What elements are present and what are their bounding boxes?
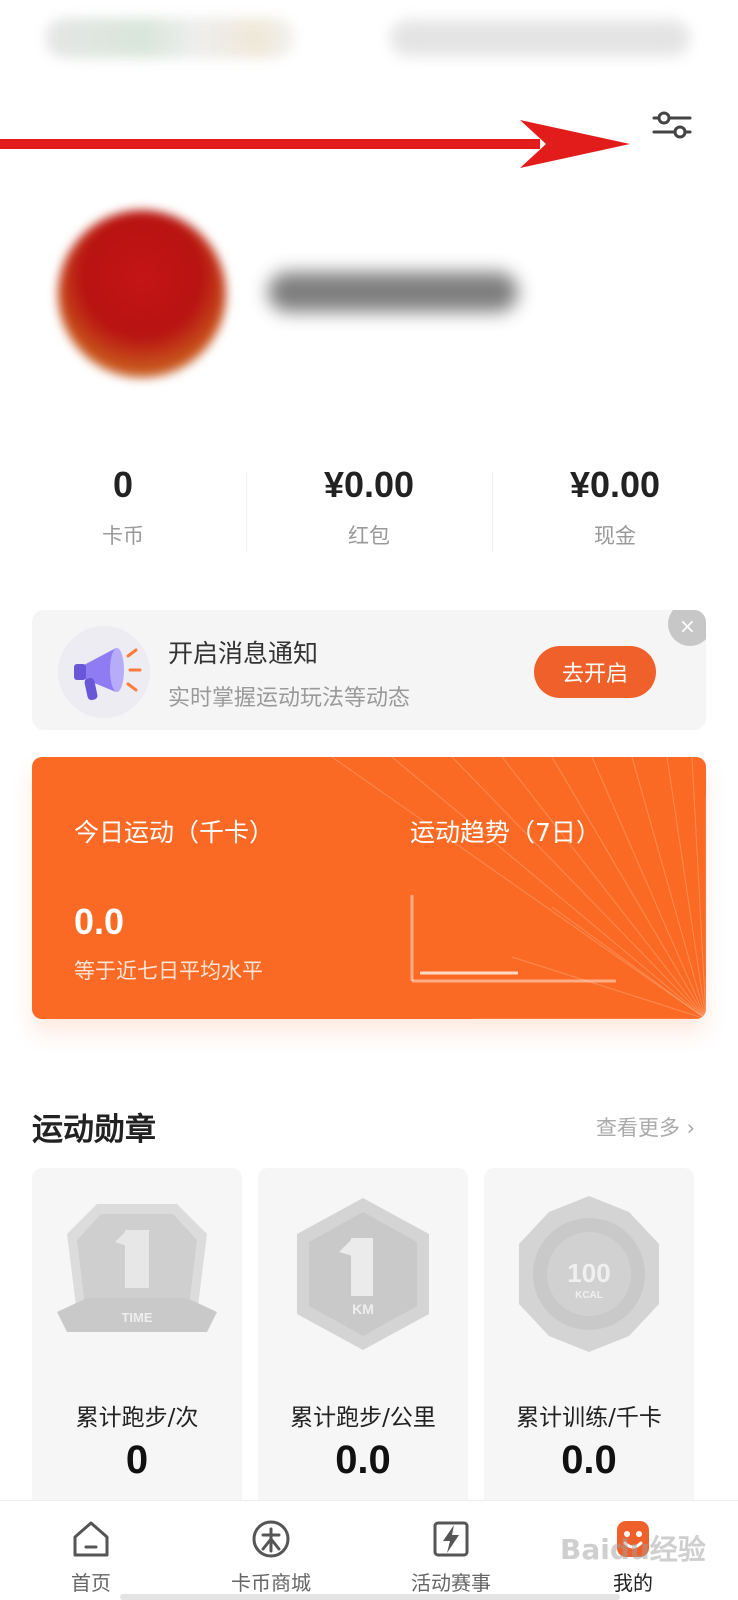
stat-label: 红包 [348,524,390,548]
tab-label: 首页 [71,1571,111,1595]
tab-label: 我的 [613,1571,653,1595]
medal-label: 累计训练/千卡 [516,1405,662,1431]
trend-title: 运动趋势（7日） [410,818,601,847]
tab-label: 卡币商城 [231,1571,311,1595]
today-calories-value: 0.0 [74,901,125,942]
annotation-arrow-icon [0,120,630,168]
sliders-icon [652,111,692,139]
medal-1-time-icon: TIME [57,1204,217,1332]
stat-cash[interactable]: ¥0.00 现金 [492,462,738,562]
stat-label: 卡币 [102,524,144,548]
blurred-status-left [45,18,295,58]
medal-value: 0 [125,1438,149,1482]
username-blurred [268,272,518,312]
enable-notifications-button[interactable]: 去开启 [534,646,656,698]
medals-more-link[interactable]: 查看更多 › [596,1112,695,1142]
close-icon: × [679,614,696,638]
medal-value: 0.0 [335,1438,391,1482]
event-icon [433,1521,469,1557]
svg-text:TIME: TIME [121,1310,152,1325]
stat-value: 0 [112,464,134,505]
stat-red-packet[interactable]: ¥0.00 红包 [246,462,492,562]
svg-text:100: 100 [567,1258,610,1288]
stat-label: 现金 [594,524,636,548]
medal-100-kcal-icon: 100 KCAL [519,1196,659,1352]
tab-label: 活动赛事 [411,1571,491,1595]
home-indicator [120,1594,620,1600]
activity-card[interactable]: 今日运动（千卡） 运动趋势（7日） 0.0 等于近七日平均水平 [32,757,706,1019]
medal-card-training[interactable]: 100 KCAL 累计训练/千卡 0.0 [484,1168,694,1508]
coin-store-icon [252,1520,290,1558]
tab-coin-store[interactable]: 卡币商城 [196,1501,346,1600]
watermark: Baidu经验 [560,1533,706,1566]
medals-title: 运动勋章 [32,1112,156,1148]
medal-1-km-icon: KM [297,1198,429,1350]
stat-value: ¥0.00 [569,464,661,505]
close-notice-button[interactable]: × [668,610,706,646]
megaphone-icon [58,626,150,718]
today-activity-title: 今日运动（千卡） [74,818,275,847]
stat-coins[interactable]: 0 卡币 [0,462,246,562]
stat-value: ¥0.00 [323,464,415,505]
svg-text:KCAL: KCAL [575,1290,603,1301]
settings-button[interactable] [650,105,694,145]
tab-home[interactable]: 首页 [16,1501,166,1600]
tab-events[interactable]: 活动赛事 [376,1501,526,1600]
today-calories-note: 等于近七日平均水平 [74,959,263,983]
medal-card-runs[interactable]: TIME 累计跑步/次 0 [32,1168,242,1508]
notice-subtitle: 实时掌握运动玩法等动态 [168,686,411,711]
home-icon [73,1521,109,1557]
medal-card-distance[interactable]: KM 累计跑步/公里 0.0 [258,1168,468,1508]
medal-label: 累计跑步/公里 [290,1405,436,1431]
trend-chart [410,895,616,983]
medal-label: 累计跑步/次 [75,1405,199,1431]
avatar[interactable] [58,210,226,378]
medal-value: 0.0 [561,1438,617,1482]
notice-title: 开启消息通知 [168,639,319,668]
svg-text:KM: KM [352,1301,374,1317]
notification-banner: 开启消息通知 实时掌握运动玩法等动态 去开启 × [32,610,706,730]
blurred-status-right [390,20,690,56]
wallet-stats: 0 卡币 ¥0.00 红包 ¥0.00 现金 [0,462,738,562]
